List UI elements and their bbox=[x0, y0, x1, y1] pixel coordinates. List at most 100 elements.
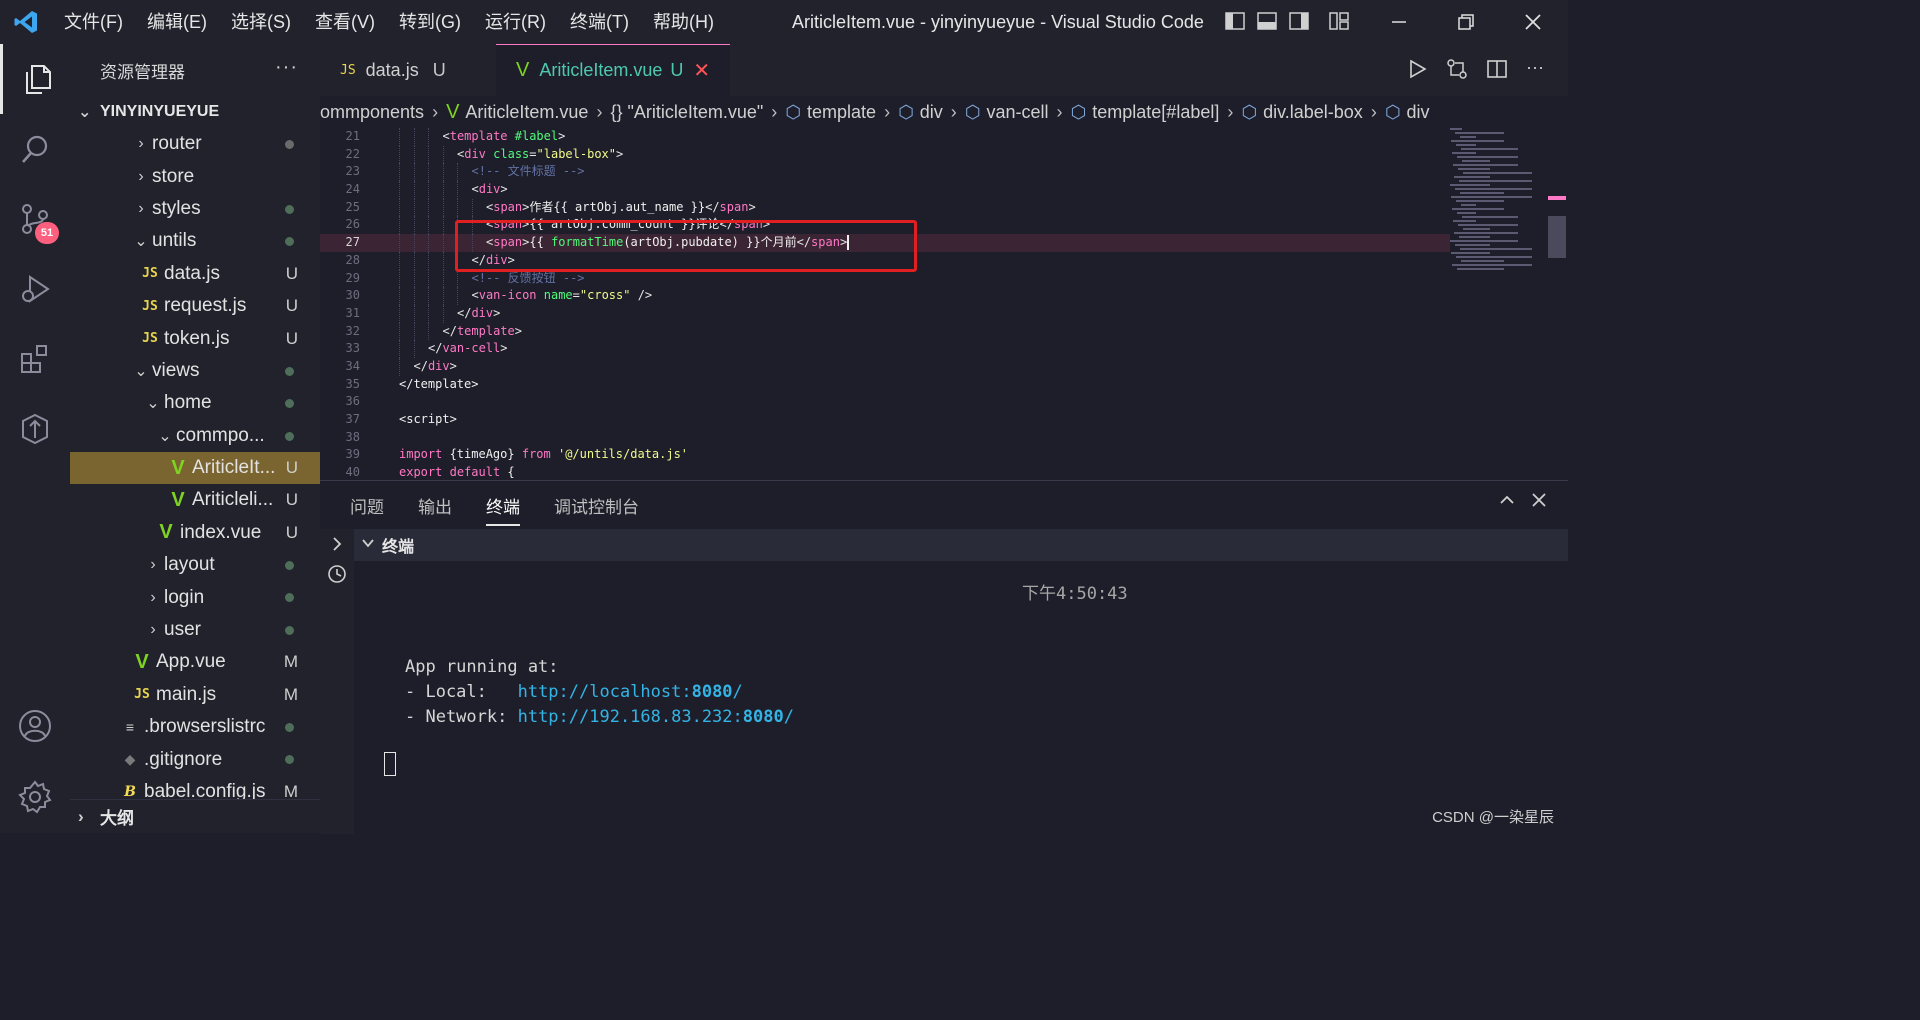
minimap[interactable] bbox=[1450, 128, 1548, 278]
breadcrumb-item[interactable]: ⬡ div bbox=[1385, 102, 1430, 123]
line-number: 32 bbox=[345, 323, 360, 338]
close-window-button[interactable] bbox=[1500, 0, 1566, 44]
folder-item[interactable]: ⌄ commpo... bbox=[70, 420, 320, 452]
folder-item[interactable]: › router bbox=[70, 128, 320, 160]
file-item[interactable]: V App.vue M bbox=[70, 646, 320, 678]
toggle-panel-icon[interactable] bbox=[1256, 10, 1278, 32]
close-panel-icon[interactable] bbox=[1530, 491, 1548, 515]
maximize-panel-icon[interactable] bbox=[1498, 491, 1516, 515]
tab-terminal[interactable]: 终端 bbox=[486, 493, 520, 526]
menu-item[interactable]: 运行(R) bbox=[473, 0, 558, 44]
source-control-icon[interactable]: 51 bbox=[0, 184, 70, 254]
more-actions-icon[interactable]: ··· bbox=[275, 56, 298, 79]
file-item[interactable]: ≡ .browserslistrc bbox=[70, 711, 320, 743]
breadcrumb-item[interactable]: ⬡ template[#label] › bbox=[1071, 102, 1242, 123]
breadcrumb-item[interactable]: ommponents › bbox=[320, 102, 446, 123]
account-icon[interactable] bbox=[0, 691, 70, 761]
folder-item[interactable]: ⌄ views bbox=[70, 355, 320, 387]
symbol-cube-icon: ⬡ bbox=[1070, 101, 1087, 122]
file-item[interactable]: JS token.js U bbox=[70, 322, 320, 354]
restore-button[interactable] bbox=[1433, 0, 1499, 44]
menu-item[interactable]: 帮助(H) bbox=[641, 0, 726, 44]
file-item[interactable]: JS request.js U bbox=[70, 290, 320, 322]
folder-item[interactable]: › user bbox=[70, 614, 320, 646]
tab-data-js[interactable]: JS data.js U bbox=[320, 44, 496, 96]
folder-item[interactable]: › layout bbox=[70, 549, 320, 581]
run-debug-icon[interactable] bbox=[0, 254, 70, 324]
breadcrumb-item[interactable]: V AriticleItem.vue › bbox=[446, 101, 610, 124]
chevron-right-icon: › bbox=[78, 806, 84, 826]
chevron-right-icon[interactable] bbox=[329, 535, 345, 558]
minimap-line bbox=[1453, 220, 1476, 222]
tab-debug-console[interactable]: 调试控制台 bbox=[554, 493, 639, 526]
settings-gear-icon[interactable] bbox=[0, 762, 70, 832]
more-actions-icon[interactable]: ··· bbox=[1526, 58, 1548, 80]
tab-ariticleitem-vue[interactable]: V AriticleItem.vue U ✕ bbox=[496, 44, 731, 96]
folder-item[interactable]: › store bbox=[70, 160, 320, 192]
network-url-link[interactable]: http://192.168.83.232:8080/ bbox=[518, 707, 794, 727]
breadcrumb-item[interactable]: ⬡ van-cell › bbox=[965, 102, 1071, 123]
menu-item[interactable]: 选择(S) bbox=[219, 0, 303, 44]
minimap-line bbox=[1461, 148, 1518, 150]
local-url-link[interactable]: http://localhost:8080/ bbox=[518, 682, 743, 702]
tree-item-label: commpo... bbox=[176, 424, 265, 446]
toggle-secondary-sidebar-icon[interactable] bbox=[1288, 10, 1310, 32]
file-item[interactable]: JS data.js U bbox=[70, 258, 320, 290]
file-item[interactable]: ◆ .gitignore bbox=[70, 743, 320, 775]
outline-section[interactable]: › 大纲 bbox=[70, 799, 320, 833]
modified-dot bbox=[285, 593, 294, 603]
minimize-button[interactable] bbox=[1366, 0, 1432, 44]
folder-item[interactable]: ⌄ home bbox=[70, 387, 320, 419]
tree-item-label: home bbox=[164, 392, 212, 414]
remote-explorer-icon[interactable] bbox=[0, 394, 70, 464]
terminal-output[interactable]: 下午4:50:43 App running at: - Local: http:… bbox=[354, 561, 1568, 834]
compare-changes-icon[interactable] bbox=[1446, 58, 1468, 80]
breadcrumb-item[interactable]: ⬡ div › bbox=[898, 102, 965, 123]
minimap-line bbox=[1450, 184, 1490, 186]
file-item[interactable]: V AriticleIt... U bbox=[70, 451, 320, 485]
menu-item[interactable]: 终端(T) bbox=[558, 0, 641, 44]
file-item[interactable]: Vindex.vue U bbox=[70, 517, 320, 549]
explorer-icon[interactable] bbox=[0, 44, 70, 114]
code-editor[interactable]: 21 <template #label> 22 <div class="label-… bbox=[320, 128, 1568, 478]
tree-item-label: router bbox=[152, 133, 202, 155]
customize-layout-icon[interactable] bbox=[1328, 10, 1350, 32]
project-folder[interactable]: ⌄ YINYINYUEYUE bbox=[70, 96, 320, 128]
file-item[interactable]: V Ariticleli... U bbox=[70, 484, 320, 516]
breadcrumb-item[interactable]: ⬡ div.label-box › bbox=[1241, 102, 1384, 123]
editor-scrollbar[interactable] bbox=[1546, 128, 1568, 478]
chevron-down-icon: ⌄ bbox=[78, 104, 92, 121]
menu-item[interactable]: 编辑(E) bbox=[135, 0, 219, 44]
folder-item[interactable]: › login bbox=[70, 581, 320, 613]
git-status: M bbox=[283, 684, 298, 704]
tab-problems[interactable]: 问题 bbox=[350, 493, 384, 526]
folder-item[interactable]: ⌄ untils bbox=[70, 225, 320, 257]
title-bar: 文件(F) 编辑(E) 选择(S) 查看(V) 转到(G) 运行(R) 终端(T) 帮助(H)… bbox=[0, 0, 1568, 44]
breadcrumb-item[interactable]: {} "AriticleItem.vue" › bbox=[610, 102, 785, 123]
terminal-section-header[interactable]: 终端 bbox=[354, 529, 1568, 561]
activity-bar: 51 bbox=[0, 44, 70, 833]
extensions-icon[interactable] bbox=[0, 324, 70, 394]
search-icon[interactable] bbox=[0, 114, 70, 184]
history-icon[interactable] bbox=[326, 563, 348, 590]
menu-item[interactable]: 查看(V) bbox=[303, 0, 387, 44]
folder-item[interactable]: › styles bbox=[70, 193, 320, 225]
chevron-right-icon: › bbox=[138, 135, 144, 153]
minimap-line bbox=[1452, 208, 1504, 210]
toggle-sidebar-icon[interactable] bbox=[1224, 10, 1246, 32]
run-icon[interactable] bbox=[1406, 58, 1428, 80]
close-tab-icon[interactable]: ✕ bbox=[693, 58, 710, 83]
minimap-line bbox=[1454, 176, 1490, 178]
minimap-line bbox=[1462, 216, 1518, 218]
vue-file-icon: V bbox=[171, 456, 185, 479]
menu-item[interactable]: 文件(F) bbox=[52, 0, 135, 44]
breadcrumb-separator-icon: › bbox=[771, 101, 778, 122]
line-number: 26 bbox=[345, 217, 360, 232]
tab-output[interactable]: 输出 bbox=[418, 493, 452, 526]
file-item[interactable]: JS main.js M bbox=[70, 679, 320, 711]
scrollbar-thumb[interactable] bbox=[1548, 216, 1566, 258]
split-editor-icon[interactable] bbox=[1486, 58, 1508, 80]
minimap-line bbox=[1456, 256, 1532, 258]
menu-item[interactable]: 转到(G) bbox=[387, 0, 473, 44]
breadcrumb-item[interactable]: ⬡ template › bbox=[785, 102, 898, 123]
